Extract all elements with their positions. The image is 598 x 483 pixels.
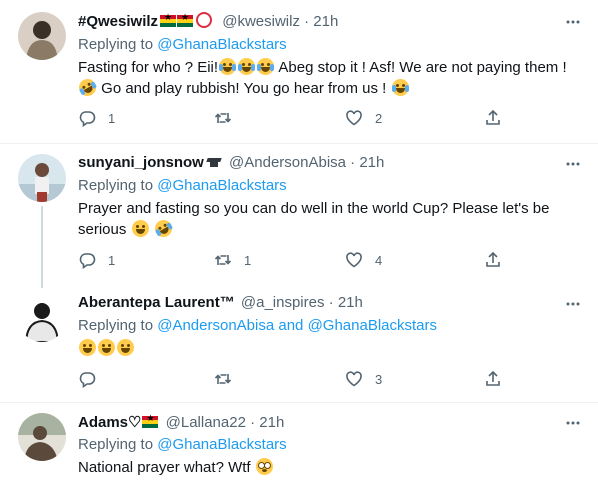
tweet-text: Fasting for who ? Eii! Abeg stop it ! As… bbox=[75, 57, 578, 100]
more-options-icon[interactable] bbox=[566, 297, 580, 311]
joy-emoji-icon bbox=[257, 58, 275, 75]
tweet[interactable]: #Qwesiwilz @kwesiwilz · 21h Replying to … bbox=[0, 0, 598, 143]
mention-link[interactable]: @GhanaBlackstars bbox=[157, 436, 286, 453]
tweet-header: #Qwesiwilz @kwesiwilz · 21h bbox=[78, 12, 338, 30]
replying-to: Replying to @AndersonAbisa and @GhanaBla… bbox=[78, 317, 438, 334]
reply-button[interactable] bbox=[78, 370, 108, 388]
laughing-emoji-icon bbox=[131, 220, 149, 237]
reply-icon bbox=[79, 372, 96, 388]
joy-emoji-icon bbox=[391, 79, 409, 96]
more-options-icon[interactable] bbox=[566, 15, 580, 29]
reply-button[interactable]: 1 bbox=[78, 109, 115, 127]
more-options-icon[interactable] bbox=[566, 416, 580, 430]
replying-to: Replying to @GhanaBlackstars bbox=[78, 436, 287, 453]
share-button[interactable] bbox=[484, 251, 502, 269]
joy-emoji-icon bbox=[238, 58, 256, 75]
joy-emoji-icon bbox=[219, 58, 237, 75]
retweet-count: 1 bbox=[244, 252, 252, 268]
like-count: 3 bbox=[375, 371, 383, 387]
reply-count: 1 bbox=[108, 252, 116, 268]
share-button[interactable] bbox=[484, 109, 502, 127]
share-icon bbox=[486, 370, 500, 386]
avatar[interactable] bbox=[18, 12, 66, 60]
timestamp[interactable]: 21h bbox=[359, 154, 384, 171]
tweet-actions: 1 2 bbox=[78, 109, 508, 127]
retweet-button[interactable] bbox=[214, 109, 244, 127]
like-button[interactable]: 4 bbox=[345, 251, 382, 269]
reply-button[interactable]: 1 bbox=[78, 251, 115, 269]
ghana-flag-icon bbox=[160, 13, 177, 27]
handle[interactable]: @kwesiwilz bbox=[222, 13, 300, 30]
timestamp[interactable]: 21h bbox=[313, 13, 338, 30]
flushed-emoji-icon bbox=[255, 458, 273, 475]
laughing-emoji-icon bbox=[117, 339, 134, 356]
tweet-text: National prayer what? Wtf bbox=[78, 457, 578, 478]
timestamp[interactable]: 21h bbox=[259, 414, 284, 431]
tweet-header: Aberantepa Laurent™ @a_inspires · 21h bbox=[78, 294, 363, 311]
heart-icon bbox=[346, 252, 362, 268]
handle[interactable]: @Lallana22 bbox=[166, 414, 246, 431]
rofl-emoji-icon bbox=[151, 216, 175, 241]
mention-link[interactable]: @GhanaBlackstars bbox=[157, 177, 286, 194]
tweet-text bbox=[78, 338, 578, 359]
ghana-flag-icon bbox=[142, 414, 159, 428]
graduation-cap-icon bbox=[207, 156, 221, 168]
ghana-flag-icon bbox=[177, 13, 194, 27]
heart-icon bbox=[346, 110, 362, 126]
thread-line bbox=[41, 206, 43, 288]
share-icon bbox=[486, 109, 500, 125]
retweet-icon bbox=[214, 374, 232, 384]
laughing-emoji-icon bbox=[79, 339, 96, 356]
laughing-emoji-icon bbox=[98, 339, 115, 356]
retweet-icon bbox=[214, 113, 232, 123]
display-name[interactable]: Aberantepa Laurent™ bbox=[78, 294, 235, 311]
avatar[interactable] bbox=[18, 413, 66, 461]
rofl-emoji-icon bbox=[75, 75, 100, 100]
handle[interactable]: @AndersonAbisa bbox=[229, 154, 346, 171]
display-name[interactable]: sunyani_jonsnow bbox=[78, 154, 204, 171]
like-button[interactable]: 3 bbox=[345, 370, 382, 388]
mention-link[interactable]: @GhanaBlackstars bbox=[157, 36, 286, 53]
share-icon bbox=[486, 251, 500, 267]
display-name[interactable]: Adams♡ bbox=[78, 414, 141, 431]
tweet-header: Adams♡ @Lallana22 · 21h bbox=[78, 413, 284, 431]
tweet-actions: 1 1 4 bbox=[78, 251, 508, 269]
tweet-actions: 3 bbox=[78, 370, 508, 388]
tweet[interactable]: Adams♡ @Lallana22 · 21h Replying to @Gha… bbox=[0, 403, 598, 483]
timestamp[interactable]: 21h bbox=[338, 294, 363, 311]
share-button[interactable] bbox=[484, 370, 502, 388]
avatar[interactable] bbox=[18, 154, 66, 202]
retweet-button[interactable]: 1 bbox=[214, 251, 251, 269]
avatar[interactable] bbox=[18, 294, 66, 342]
replying-to: Replying to @GhanaBlackstars bbox=[78, 177, 287, 194]
tweet[interactable]: Aberantepa Laurent™ @a_inspires · 21h Re… bbox=[0, 288, 598, 402]
handle[interactable]: @a_inspires bbox=[241, 294, 325, 311]
reply-icon bbox=[79, 111, 96, 127]
tweet[interactable]: sunyani_jonsnow @AndersonAbisa · 21h Rep… bbox=[0, 144, 598, 288]
retweet-icon bbox=[214, 255, 232, 265]
like-count: 2 bbox=[375, 110, 383, 126]
mention-link[interactable]: @GhanaBlackstars bbox=[308, 317, 437, 334]
reply-count: 1 bbox=[108, 110, 116, 126]
tweet-header: sunyani_jonsnow @AndersonAbisa · 21h bbox=[78, 154, 385, 171]
like-button[interactable]: 2 bbox=[345, 109, 382, 127]
more-options-icon[interactable] bbox=[566, 157, 580, 171]
like-count: 4 bbox=[375, 252, 383, 268]
replying-to: Replying to @GhanaBlackstars bbox=[78, 36, 287, 53]
display-name[interactable]: #Qwesiwilz bbox=[78, 13, 158, 30]
red-circle-icon bbox=[196, 12, 213, 28]
reply-icon bbox=[79, 253, 96, 269]
heart-icon bbox=[346, 371, 362, 387]
tweet-text: Prayer and fasting so you can do well in… bbox=[78, 198, 578, 241]
mention-link[interactable]: @AndersonAbisa bbox=[157, 317, 274, 334]
retweet-button[interactable] bbox=[214, 370, 244, 388]
